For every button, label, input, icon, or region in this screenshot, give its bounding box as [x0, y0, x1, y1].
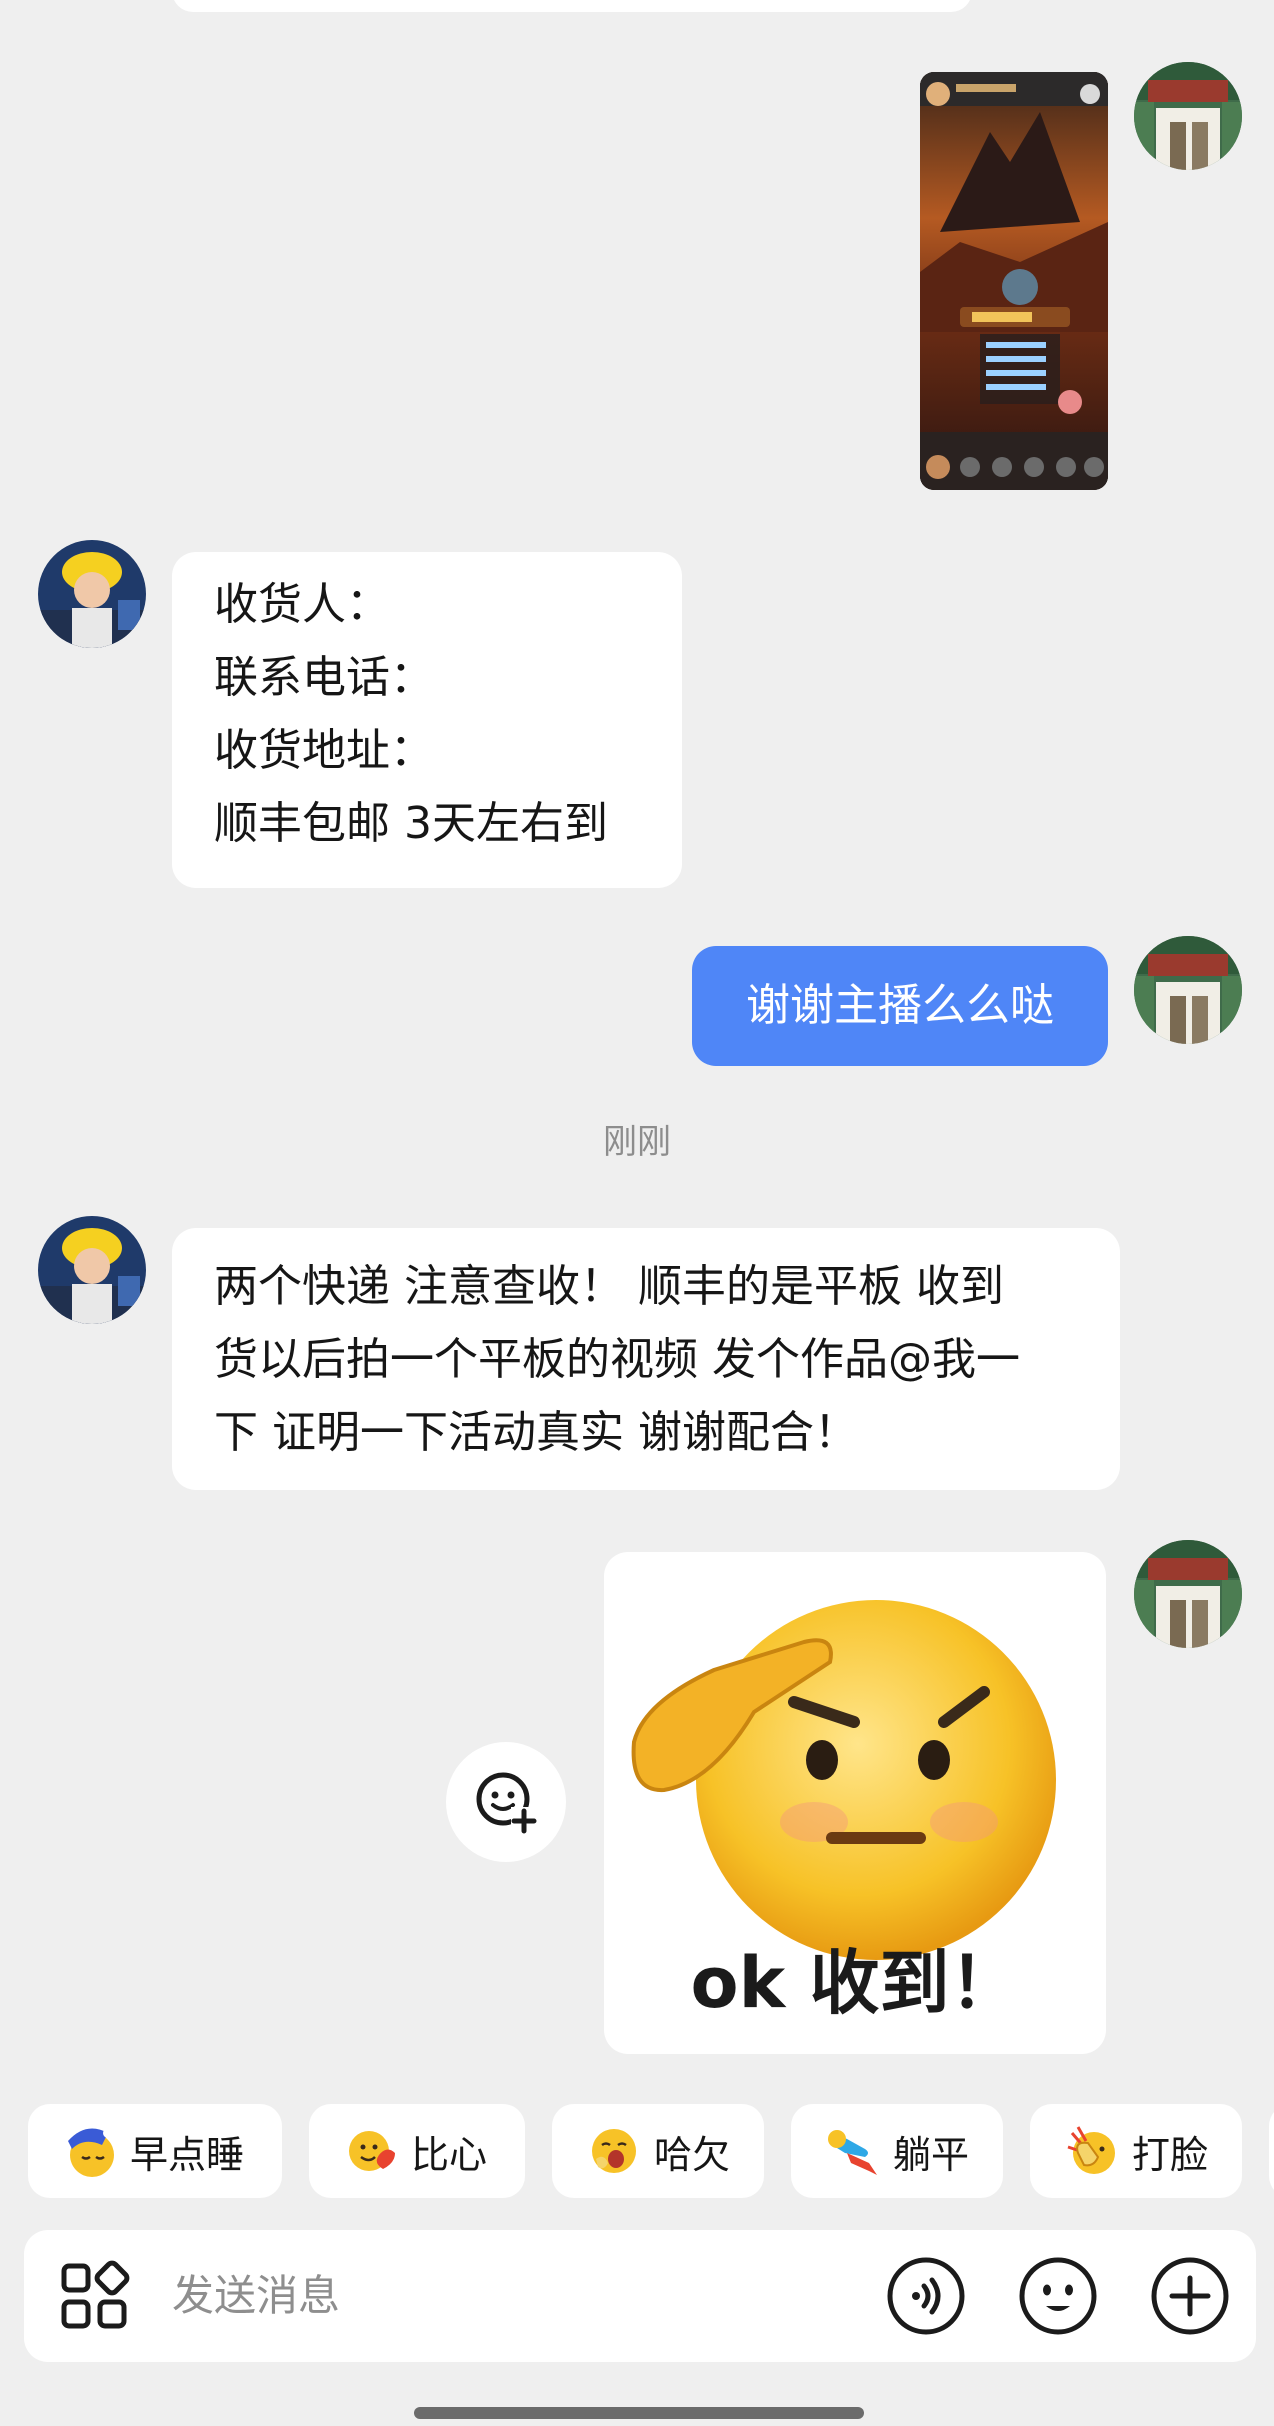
message-input[interactable]: 发送消息 [172, 2230, 340, 2362]
heart-hands-emoji-icon [349, 2131, 395, 2171]
quick-reply-chip-partial[interactable] [1269, 2104, 1274, 2198]
my-avatar[interactable] [1134, 936, 1242, 1044]
add-sticker-icon [476, 1772, 537, 1834]
previous-message-bubble [172, 0, 972, 12]
voice-message-icon[interactable] [886, 2256, 966, 2336]
quick-reply-chip[interactable]: 哈欠 [552, 2104, 764, 2198]
message-line: 两个快递 注意查收！ 顺丰的是平板 收到 [214, 1261, 1004, 1312]
message-timestamp: 刚刚 [603, 1122, 671, 1162]
quick-reply-chip[interactable]: 比心 [309, 2104, 525, 2198]
sent-game-screenshot[interactable] [920, 72, 1108, 490]
quick-reply-label: 哈欠 [654, 2132, 731, 2177]
face-slap-emoji-icon [1067, 2126, 1115, 2174]
lying-flat-emoji-icon [828, 2130, 877, 2175]
message-text: 谢谢主播么么哒 [746, 980, 1054, 1031]
my-avatar[interactable] [1134, 62, 1242, 170]
quick-reply-bar: 早点睡 比心 哈欠 躺平 打脸 [0, 2100, 1274, 2200]
emoji-icon[interactable] [1018, 2256, 1098, 2336]
message-input-bar: 发送消息 [24, 2230, 1256, 2362]
app-grid-icon[interactable] [54, 2256, 134, 2336]
add-sticker-button[interactable] [446, 1742, 566, 1862]
streamer-avatar[interactable] [38, 540, 146, 648]
home-indicator[interactable] [414, 2407, 864, 2419]
quick-reply-chip[interactable]: 打脸 [1030, 2104, 1242, 2198]
quick-reply-label: 早点睡 [130, 2132, 245, 2177]
sent-salute-sticker[interactable]: ok 收到！ [604, 1552, 1106, 2054]
message-bubble-address-form[interactable]: 收货人： 联系电话： 收货地址： 顺丰包邮 3天左右到 [172, 552, 682, 888]
message-line: 收货地址： [214, 725, 434, 776]
message-line: 货以后拍一个平板的视频 发个作品@我一 [214, 1334, 1020, 1385]
sticker-caption: ok 收到！ [690, 1942, 1019, 2024]
quick-reply-chip[interactable]: 躺平 [791, 2104, 1003, 2198]
message-line: 联系电话： [214, 652, 434, 703]
message-bubble-shipping-notice[interactable]: 两个快递 注意查收！ 顺丰的是平板 收到 货以后拍一个平板的视频 发个作品@我一… [172, 1228, 1120, 1490]
quick-reply-label: 打脸 [1132, 2132, 1209, 2177]
message-bubble-thanks[interactable]: 谢谢主播么么哒 [692, 946, 1108, 1066]
message-line: 收货人： [214, 579, 390, 630]
quick-reply-label: 躺平 [893, 2132, 970, 2177]
plus-more-icon[interactable] [1150, 2256, 1230, 2336]
sleepy-moon-emoji-icon [68, 2128, 114, 2177]
message-line: 下 证明一下活动真实 谢谢配合！ [214, 1407, 858, 1458]
quick-reply-label: 比心 [411, 2132, 488, 2177]
my-avatar[interactable] [1134, 1540, 1242, 1648]
yawn-emoji-icon [592, 2129, 636, 2173]
message-line: 顺丰包邮 3天左右到 [214, 798, 608, 849]
quick-reply-chip[interactable]: 早点睡 [28, 2104, 282, 2198]
streamer-avatar[interactable] [38, 1216, 146, 1324]
